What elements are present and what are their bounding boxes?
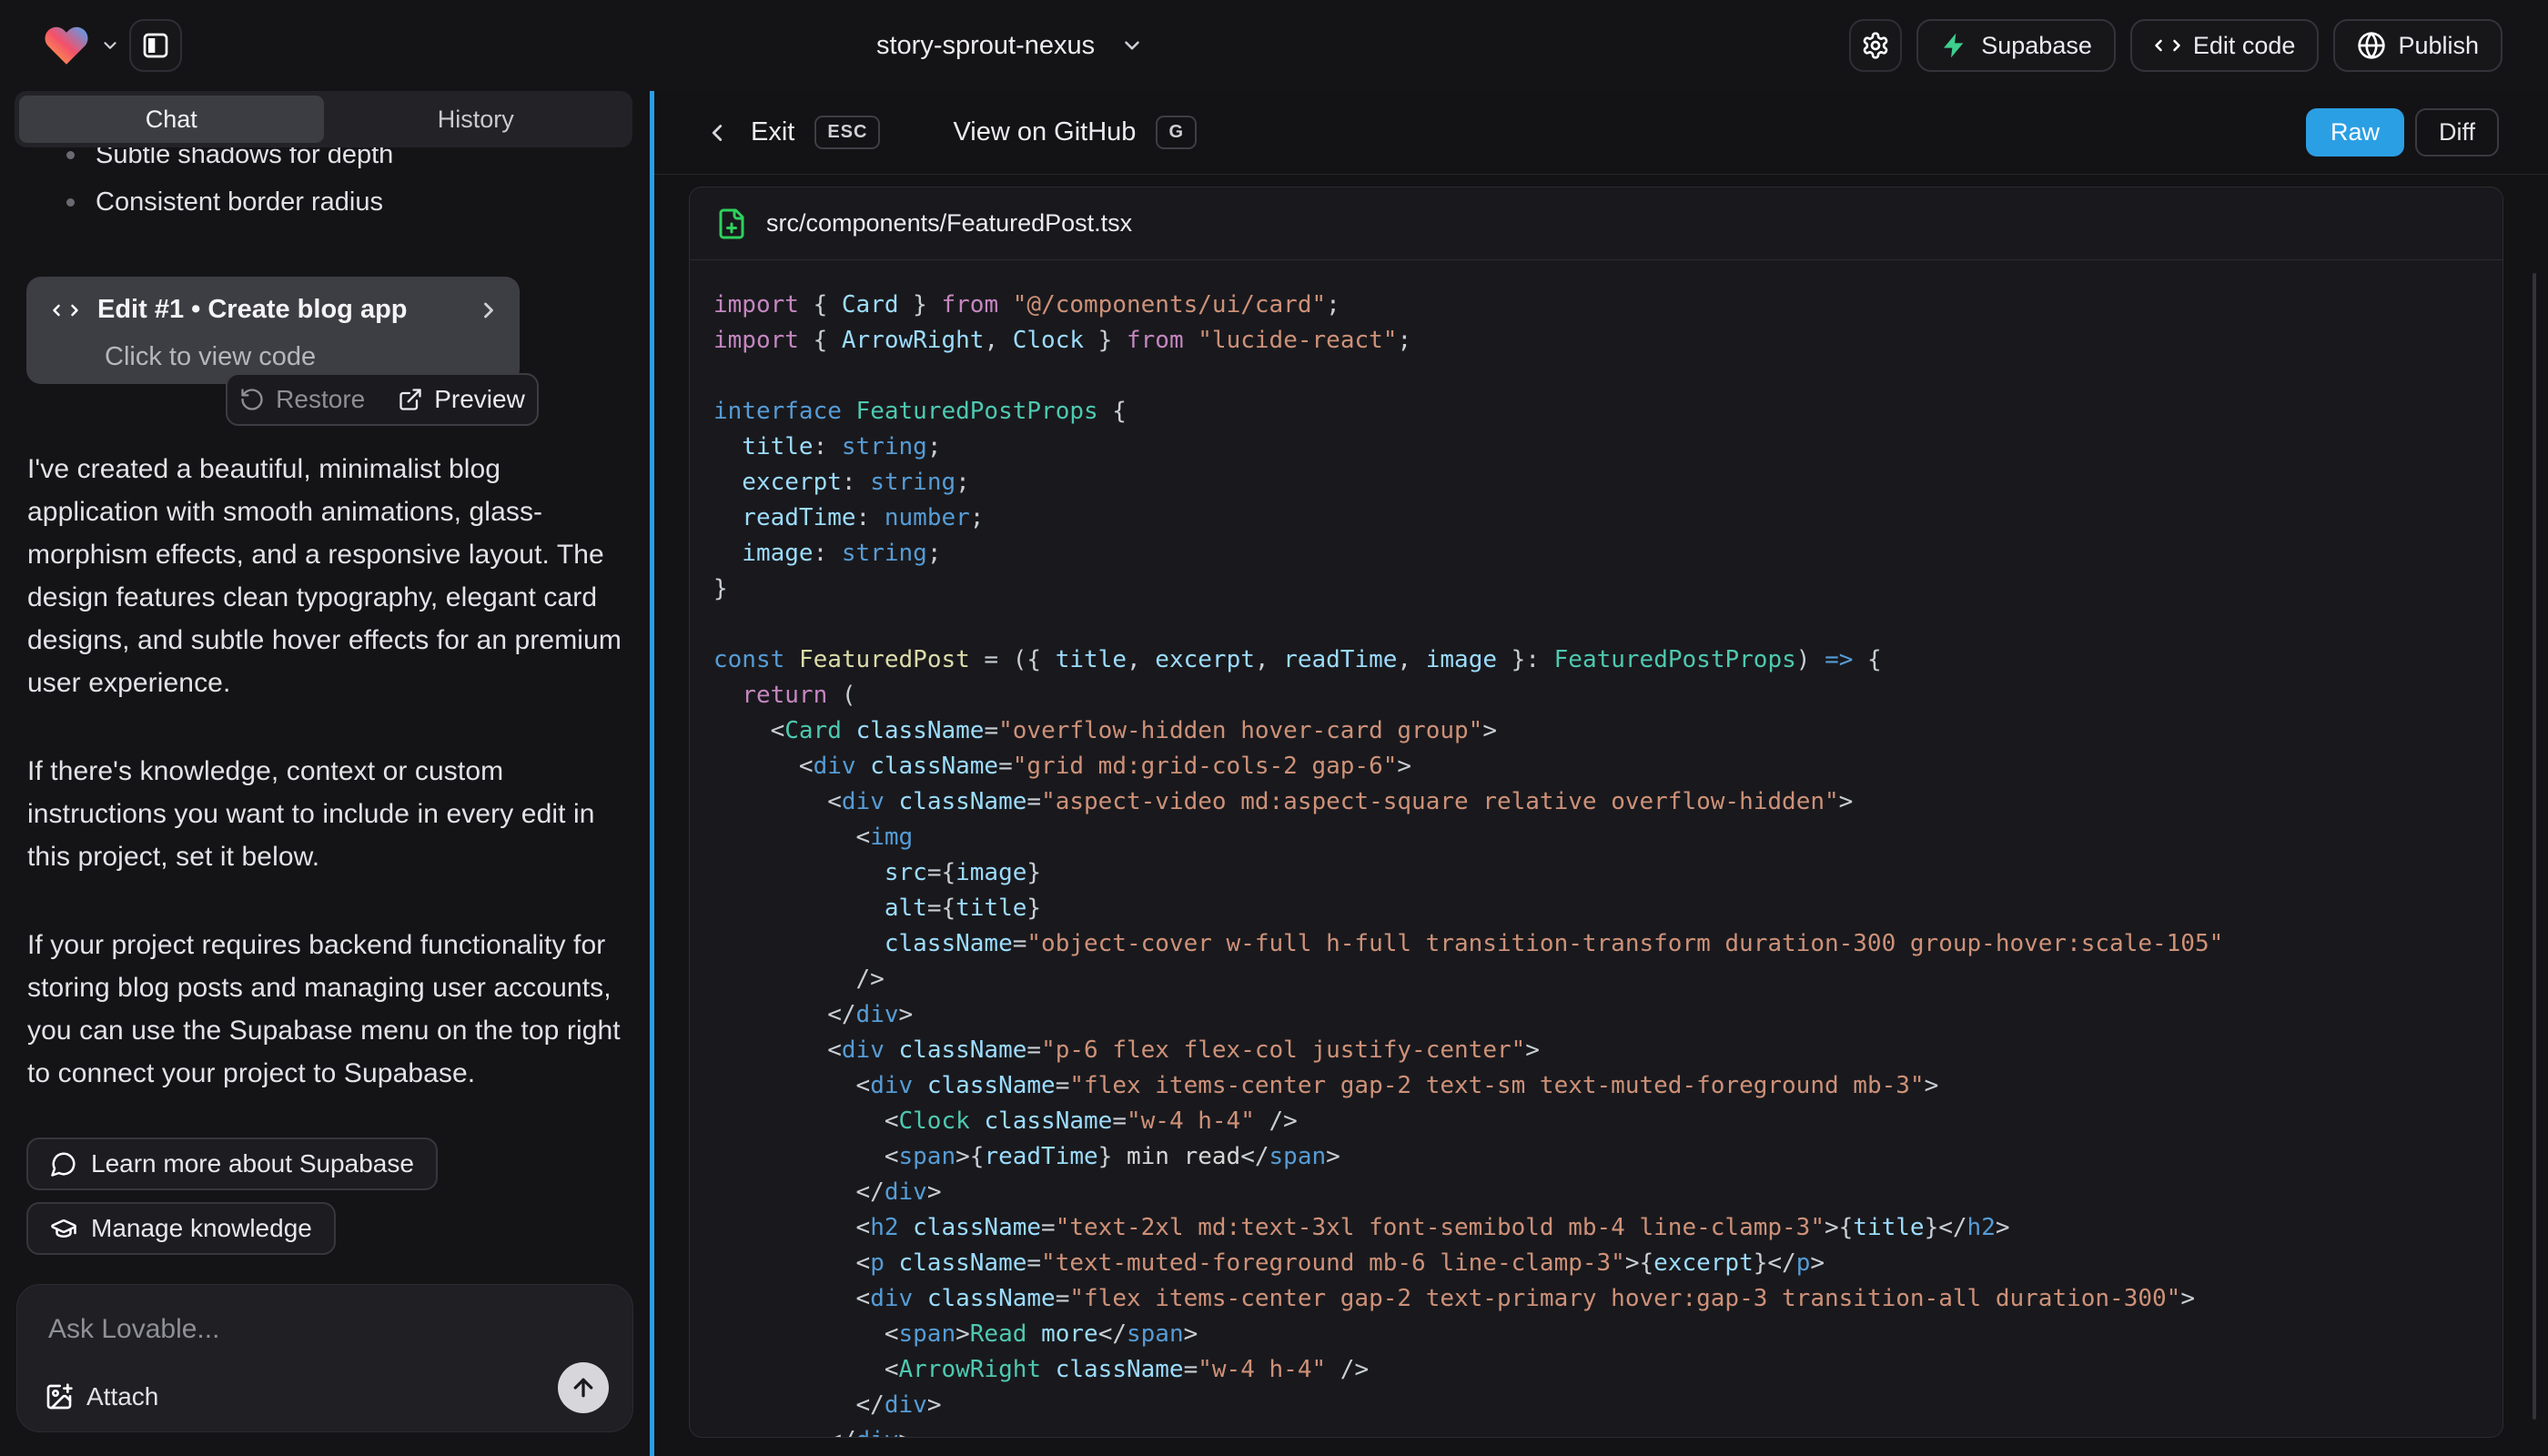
exit-button[interactable]: Exit xyxy=(751,117,794,147)
version-hover-toolbar: Restore Preview xyxy=(226,373,539,426)
publish-button[interactable]: Publish xyxy=(2333,19,2502,72)
edit-code-button[interactable]: Edit code xyxy=(2130,19,2320,72)
raw-toggle-button[interactable]: Raw xyxy=(2306,108,2404,157)
arrow-up-icon xyxy=(570,1374,597,1401)
code-block[interactable]: import { Card } from "@/components/ui/ca… xyxy=(690,260,2502,1438)
code-line: /> xyxy=(713,962,2502,997)
code-line: </div> xyxy=(713,1423,2502,1438)
code-line xyxy=(713,359,2502,394)
sidebar-toggle-button[interactable] xyxy=(129,19,182,72)
chat-paragraph: I've created a beautiful, minimalist blo… xyxy=(27,448,628,704)
chat-paragraph: If your project requires backend functio… xyxy=(27,924,628,1095)
code-line: } xyxy=(713,571,2502,607)
code-line: <Card className="overflow-hidden hover-c… xyxy=(713,713,2502,749)
lovable-logo-heart-icon[interactable] xyxy=(42,21,91,70)
g-shortcut-badge: G xyxy=(1156,116,1197,149)
code-view-panel: Exit ESC View on GitHub G Raw Diff src/c… xyxy=(650,91,2548,1456)
image-plus-icon xyxy=(45,1382,74,1411)
restore-icon xyxy=(239,387,265,412)
chat-composer: Ask Lovable... Attach xyxy=(16,1284,633,1432)
code-line: return ( xyxy=(713,678,2502,713)
file-header[interactable]: src/components/FeaturedPost.tsx xyxy=(690,187,2502,260)
list-item: Consistent border radius xyxy=(0,178,619,226)
composer-input[interactable]: Ask Lovable... xyxy=(48,1314,219,1345)
code-line: className="object-cover w-full h-full tr… xyxy=(713,926,2502,962)
supabase-button[interactable]: Supabase xyxy=(1916,19,2116,72)
code-line: readTime: number; xyxy=(713,500,2502,536)
back-chevron-icon[interactable] xyxy=(703,119,731,147)
code-brackets-icon xyxy=(2154,32,2181,59)
code-line: <Clock className="w-4 h-4" /> xyxy=(713,1104,2502,1139)
code-line: <h2 className="text-2xl md:text-3xl font… xyxy=(713,1210,2502,1246)
edit-card-subtitle: Click to view code xyxy=(105,342,316,372)
code-line: excerpt: string; xyxy=(713,465,2502,500)
edit-card-title: Edit #1 • Create blog app xyxy=(97,295,458,325)
code-line: <span>Read more</span> xyxy=(713,1317,2502,1352)
code-line: src={image} xyxy=(713,855,2502,891)
esc-shortcut-badge: ESC xyxy=(814,116,880,149)
file-path: src/components/FeaturedPost.tsx xyxy=(766,209,1132,238)
project-title: story-sprout-nexus xyxy=(876,31,1095,61)
code-line: const FeaturedPost = ({ title, excerpt, … xyxy=(713,642,2502,678)
supabase-bolt-icon xyxy=(1940,31,1969,60)
code-line: <div className="flex items-center gap-2 … xyxy=(713,1281,2502,1317)
code-line: image: string; xyxy=(713,536,2502,571)
code-brackets-icon xyxy=(52,297,79,324)
diff-toggle-button[interactable]: Diff xyxy=(2415,108,2499,157)
workspace-chevron-down-icon[interactable] xyxy=(100,35,120,56)
code-line: alt={title} xyxy=(713,891,2502,926)
code-line: <span>{readTime} min read</span> xyxy=(713,1139,2502,1175)
code-line: interface FeaturedPostProps { xyxy=(713,394,2502,430)
chat-sidebar: Chat History Subtle shadows for depthCon… xyxy=(0,91,650,1456)
send-button[interactable] xyxy=(558,1362,609,1413)
project-chevron-down-icon xyxy=(1120,34,1144,57)
file-plus-icon xyxy=(715,207,748,240)
code-line: import { Card } from "@/components/ui/ca… xyxy=(713,288,2502,323)
gear-icon xyxy=(1861,31,1890,60)
code-line: title: string; xyxy=(713,430,2502,465)
restore-button[interactable]: Restore xyxy=(239,385,365,414)
code-line: <div className="p-6 flex flex-col justif… xyxy=(713,1033,2502,1068)
panel-left-icon xyxy=(141,31,170,60)
chat-paragraph: If there's knowledge, context or custom … xyxy=(27,750,628,878)
preview-button[interactable]: Preview xyxy=(398,385,525,414)
code-line: </div> xyxy=(713,1175,2502,1210)
code-line: <div className="aspect-video md:aspect-s… xyxy=(713,784,2502,820)
code-line: </div> xyxy=(713,1388,2502,1423)
edit-version-card[interactable]: Edit #1 • Create blog app Click to view … xyxy=(26,277,520,384)
message-bubble-icon xyxy=(50,1150,77,1178)
code-line: <div className="grid md:grid-cols-2 gap-… xyxy=(713,749,2502,784)
scrollbar[interactable] xyxy=(2533,273,2536,1420)
globe-icon xyxy=(2357,31,2386,60)
code-file-card: src/components/FeaturedPost.tsx import {… xyxy=(689,187,2503,1438)
code-line: <ArrowRight className="w-4 h-4" /> xyxy=(713,1352,2502,1388)
code-line: </div> xyxy=(713,997,2502,1033)
learn-more-supabase-button[interactable]: Learn more about Supabase xyxy=(26,1138,438,1190)
project-selector[interactable]: story-sprout-nexus xyxy=(876,0,1144,91)
tab-history[interactable]: History xyxy=(324,96,629,143)
code-line xyxy=(713,607,2502,642)
code-line: import { ArrowRight, Clock } from "lucid… xyxy=(713,323,2502,359)
sidebar-tabs: Chat History xyxy=(15,91,632,147)
view-on-github-link[interactable]: View on GitHub xyxy=(953,117,1136,147)
code-view-header: Exit ESC View on GitHub G Raw Diff xyxy=(654,91,2548,175)
chevron-right-icon xyxy=(476,298,501,323)
external-link-icon xyxy=(398,387,423,412)
tab-chat[interactable]: Chat xyxy=(19,96,324,143)
code-line: <p className="text-muted-foreground mb-6… xyxy=(713,1246,2502,1281)
code-line: <img xyxy=(713,820,2502,855)
topbar: story-sprout-nexus Supabase Edit code Pu… xyxy=(0,0,2548,91)
chat-paragraphs: I've created a beautiful, minimalist blo… xyxy=(27,448,628,1140)
code-line: <div className="flex items-center gap-2 … xyxy=(713,1068,2502,1104)
attach-button[interactable]: Attach xyxy=(45,1382,158,1411)
manage-knowledge-button[interactable]: Manage knowledge xyxy=(26,1202,336,1255)
settings-button[interactable] xyxy=(1849,19,1902,72)
graduation-cap-icon xyxy=(50,1215,77,1242)
